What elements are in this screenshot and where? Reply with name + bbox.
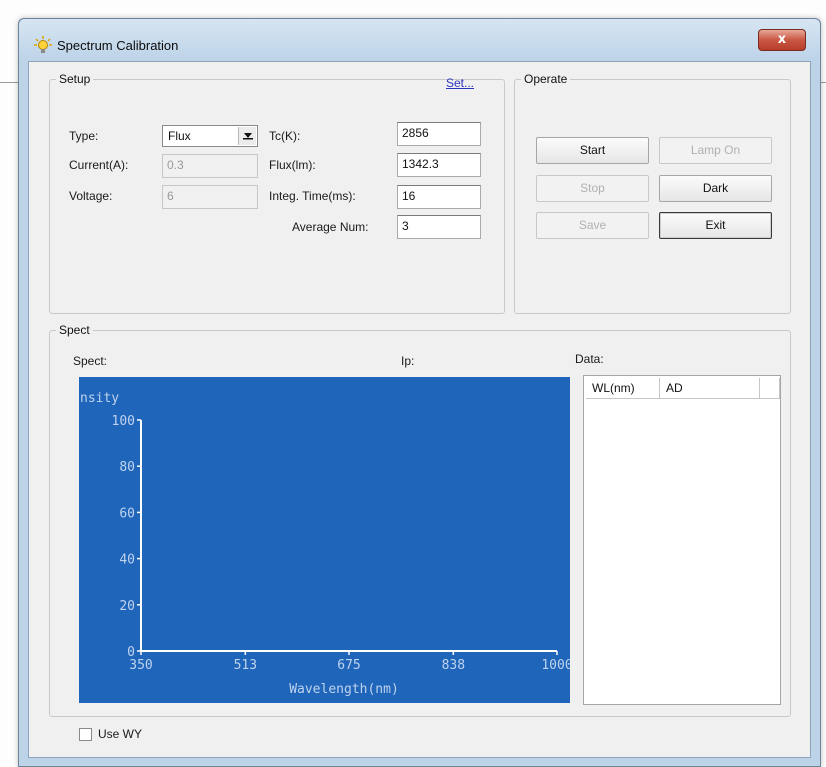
- data-label: Data:: [575, 352, 604, 366]
- close-icon: x: [777, 32, 787, 47]
- column-header-wl[interactable]: WL(nm): [586, 378, 660, 399]
- x-tick-label: 1000: [541, 658, 570, 673]
- y-tick-label: 80: [119, 460, 135, 475]
- tc-field[interactable]: 2856: [397, 122, 481, 146]
- column-header-empty: [760, 378, 780, 399]
- spectrum-plot: nsity Wavelength(nm) 0 20 40 60 80 100 350 513 6…: [79, 377, 570, 703]
- voltage-field[interactable]: 6: [162, 185, 258, 209]
- column-header-ad[interactable]: AD: [660, 378, 760, 399]
- y-axis-label: nsity: [80, 391, 119, 406]
- dark-button[interactable]: Dark: [659, 175, 772, 202]
- x-tick-label: 350: [129, 658, 152, 673]
- y-tick-label: 100: [112, 414, 135, 429]
- voltage-label: Voltage:: [69, 189, 113, 203]
- type-select[interactable]: Flux: [162, 125, 258, 147]
- type-select-value: Flux: [168, 129, 191, 143]
- spectrum-calibration-window: Spectrum Calibration x Setup Set... Type…: [18, 18, 821, 767]
- integ-time-field[interactable]: 16: [397, 185, 481, 209]
- y-tick-label: 40: [119, 553, 135, 568]
- operate-group-title: Operate: [521, 72, 571, 86]
- stop-button[interactable]: Stop: [536, 175, 649, 202]
- x-tick-label: 513: [234, 658, 257, 673]
- dialog-client-area: Setup Set... Type: Flux Current(A): 0.3 …: [28, 61, 811, 758]
- current-label: Current(A):: [69, 158, 129, 172]
- type-label: Type:: [69, 129, 99, 143]
- lamp-on-button[interactable]: Lamp On: [659, 137, 772, 164]
- use-wy-checkbox[interactable]: [79, 728, 92, 741]
- close-button[interactable]: x: [758, 29, 806, 51]
- flux-field[interactable]: 1342.3: [397, 153, 481, 177]
- lightbulb-icon: [34, 36, 52, 53]
- title-bar[interactable]: Spectrum Calibration x: [19, 19, 820, 61]
- exit-button[interactable]: Exit: [659, 212, 772, 239]
- average-num-field[interactable]: 3: [397, 215, 481, 239]
- setup-group-title: Setup: [56, 72, 94, 86]
- x-tick-label: 675: [337, 658, 360, 673]
- chevron-down-icon[interactable]: [238, 127, 256, 145]
- tc-label: Tc(K):: [269, 129, 301, 143]
- x-tick-label: 838: [442, 658, 465, 673]
- start-button[interactable]: Start: [536, 137, 649, 164]
- use-wy-label[interactable]: Use WY: [98, 727, 142, 741]
- x-axis-label: Wavelength(nm): [289, 682, 399, 697]
- ip-label: Ip:: [401, 354, 415, 368]
- spect-group-title: Spect: [56, 323, 93, 337]
- flux-label: Flux(lm):: [269, 158, 316, 172]
- average-num-label: Average Num:: [292, 220, 369, 234]
- window-title: Spectrum Calibration: [57, 38, 179, 53]
- spect-label: Spect:: [73, 354, 108, 368]
- save-button[interactable]: Save: [536, 212, 649, 239]
- integ-time-label: Integ. Time(ms):: [269, 189, 356, 203]
- set-link[interactable]: Set...: [446, 76, 474, 90]
- current-field[interactable]: 0.3: [162, 154, 258, 178]
- data-list[interactable]: WL(nm) AD: [583, 375, 781, 705]
- y-tick-label: 20: [119, 599, 135, 614]
- y-tick-label: 60: [119, 506, 135, 521]
- spectrum-chart: nsity Wavelength(nm) 020406080100350 513 6…: [80, 391, 570, 697]
